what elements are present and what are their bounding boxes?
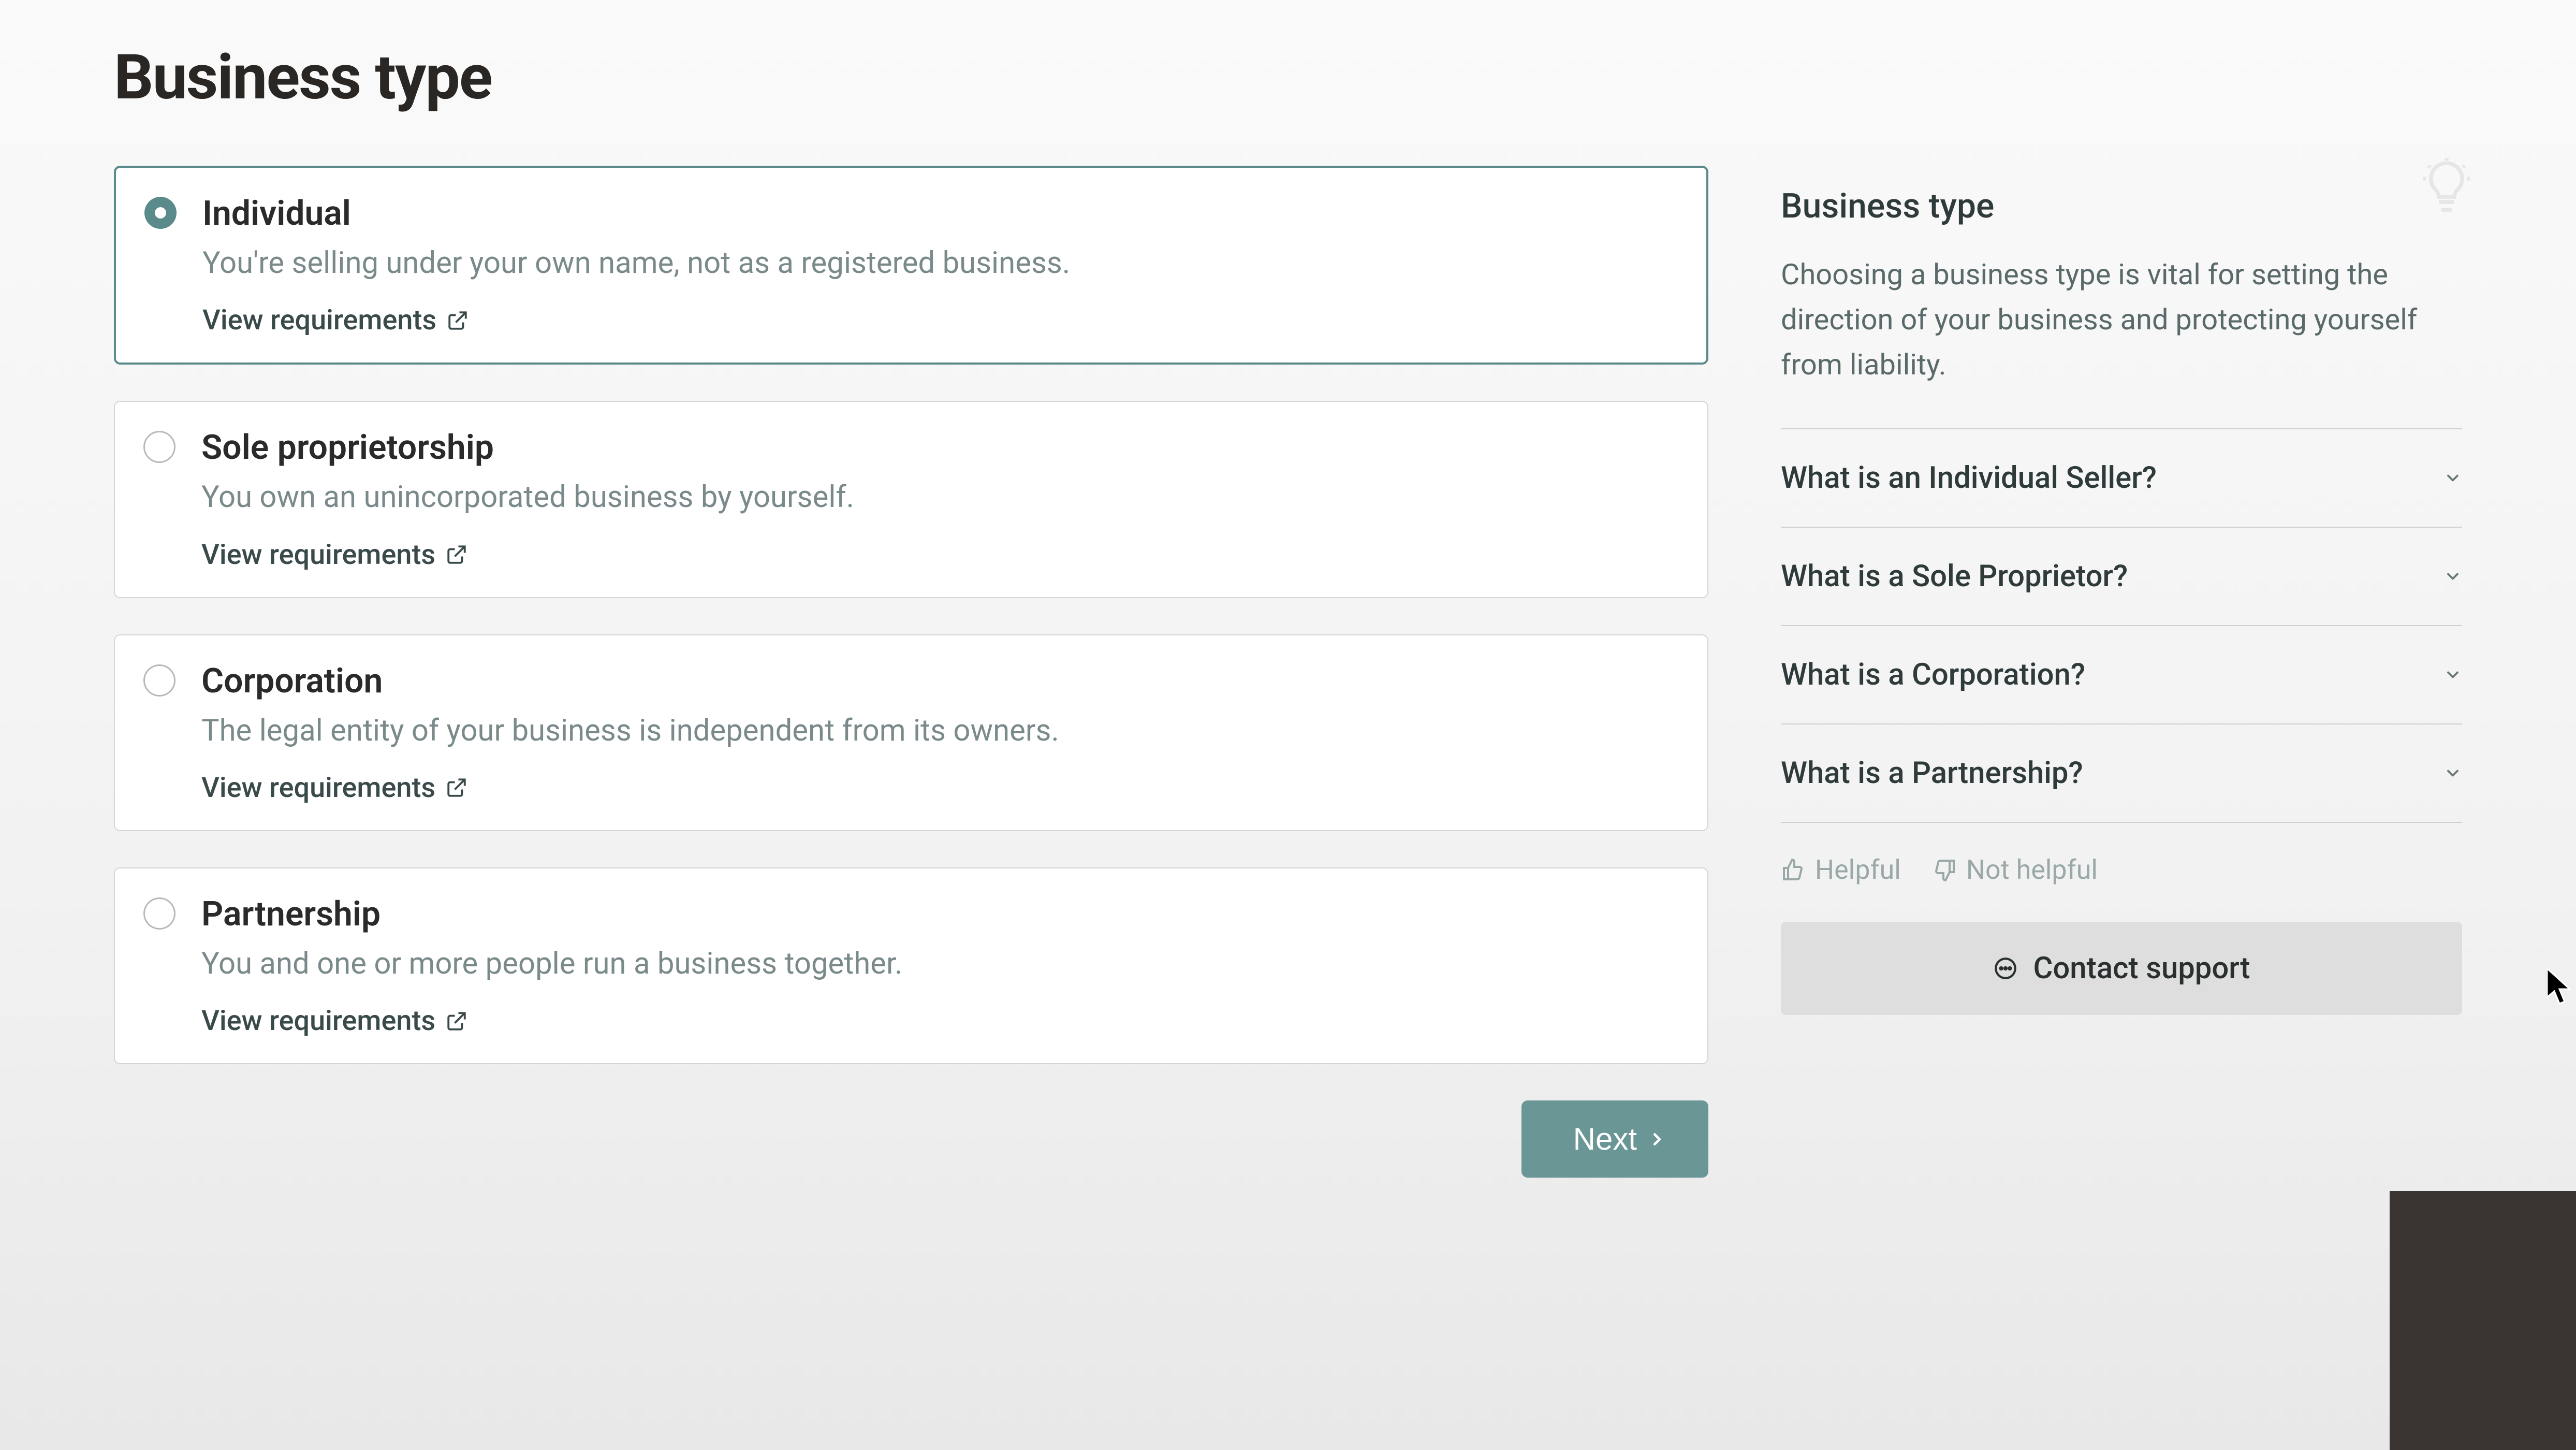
options-column: Individual You're selling under your own… <box>114 166 1708 1178</box>
thumbs-up-icon <box>1781 858 1806 882</box>
option-desc: The legal entity of your business is ind… <box>201 711 1676 751</box>
faq-title: What is an Individual Seller? <box>1781 460 2157 496</box>
cursor-icon <box>2547 968 2572 1006</box>
lightbulb-icon <box>2416 155 2478 218</box>
contact-support-button[interactable]: Contact support <box>1781 922 2462 1015</box>
contact-support-label: Contact support <box>2033 951 2250 986</box>
chat-icon <box>1993 955 2018 981</box>
chevron-down-icon <box>2443 469 2462 487</box>
chevron-right-icon <box>1647 1129 1667 1149</box>
view-requirements-label: View requirements <box>201 539 435 571</box>
external-link-icon <box>447 310 469 331</box>
radio-partnership[interactable] <box>143 897 175 930</box>
not-helpful-button[interactable]: Not helpful <box>1932 854 2098 886</box>
chevron-down-icon <box>2443 764 2462 782</box>
option-sole-proprietorship[interactable]: Sole proprietorship You own an unincorpo… <box>114 401 1708 598</box>
view-requirements-label: View requirements <box>201 1005 435 1037</box>
option-desc: You're selling under your own name, not … <box>202 243 1675 283</box>
external-link-icon <box>446 1010 467 1032</box>
chevron-down-icon <box>2443 567 2462 586</box>
option-title: Partnership <box>201 894 1676 934</box>
faq-title: What is a Sole Proprietor? <box>1781 559 2128 594</box>
faq-sole-proprietor[interactable]: What is a Sole Proprietor? <box>1781 527 2462 625</box>
thumbs-down-icon <box>1932 858 1957 882</box>
sidebar-title: Business type <box>1781 186 2462 226</box>
next-button-label: Next <box>1573 1121 1637 1157</box>
view-requirements-link[interactable]: View requirements <box>201 772 467 804</box>
option-partnership[interactable]: Partnership You and one or more people r… <box>114 867 1708 1064</box>
next-button[interactable]: Next <box>1521 1100 1708 1178</box>
option-desc: You and one or more people run a busines… <box>201 944 1676 984</box>
view-requirements-label: View requirements <box>202 304 436 337</box>
view-requirements-link[interactable]: View requirements <box>201 539 467 571</box>
faq-corporation[interactable]: What is a Corporation? <box>1781 625 2462 723</box>
option-desc: You own an unincorporated business by yo… <box>201 477 1676 517</box>
option-individual[interactable]: Individual You're selling under your own… <box>114 166 1708 365</box>
view-requirements-link[interactable]: View requirements <box>201 1005 467 1037</box>
radio-corporation[interactable] <box>143 664 175 697</box>
page-title: Business type <box>114 41 2462 114</box>
faq-partnership[interactable]: What is a Partnership? <box>1781 723 2462 822</box>
radio-sole-proprietorship[interactable] <box>143 431 175 463</box>
option-title: Sole proprietorship <box>201 428 1676 468</box>
faq-title: What is a Partnership? <box>1781 756 2083 791</box>
chevron-down-icon <box>2443 665 2462 684</box>
option-title: Corporation <box>201 661 1676 701</box>
faq-individual-seller[interactable]: What is an Individual Seller? <box>1781 428 2462 527</box>
helpful-label: Helpful <box>1815 854 1901 886</box>
help-sidebar: Business type Choosing a business type i… <box>1781 166 2462 1015</box>
faq-title: What is a Corporation? <box>1781 657 2085 692</box>
external-link-icon <box>446 544 467 566</box>
view-requirements-link[interactable]: View requirements <box>202 304 469 337</box>
external-link-icon <box>446 777 467 799</box>
overlay-patch <box>2390 1191 2576 1450</box>
not-helpful-label: Not helpful <box>1966 854 2098 886</box>
view-requirements-label: View requirements <box>201 772 435 804</box>
sidebar-desc: Choosing a business type is vital for se… <box>1781 252 2462 387</box>
option-title: Individual <box>202 194 1675 234</box>
helpful-button[interactable]: Helpful <box>1781 854 1901 886</box>
option-corporation[interactable]: Corporation The legal entity of your bus… <box>114 634 1708 831</box>
radio-individual[interactable] <box>144 197 177 229</box>
